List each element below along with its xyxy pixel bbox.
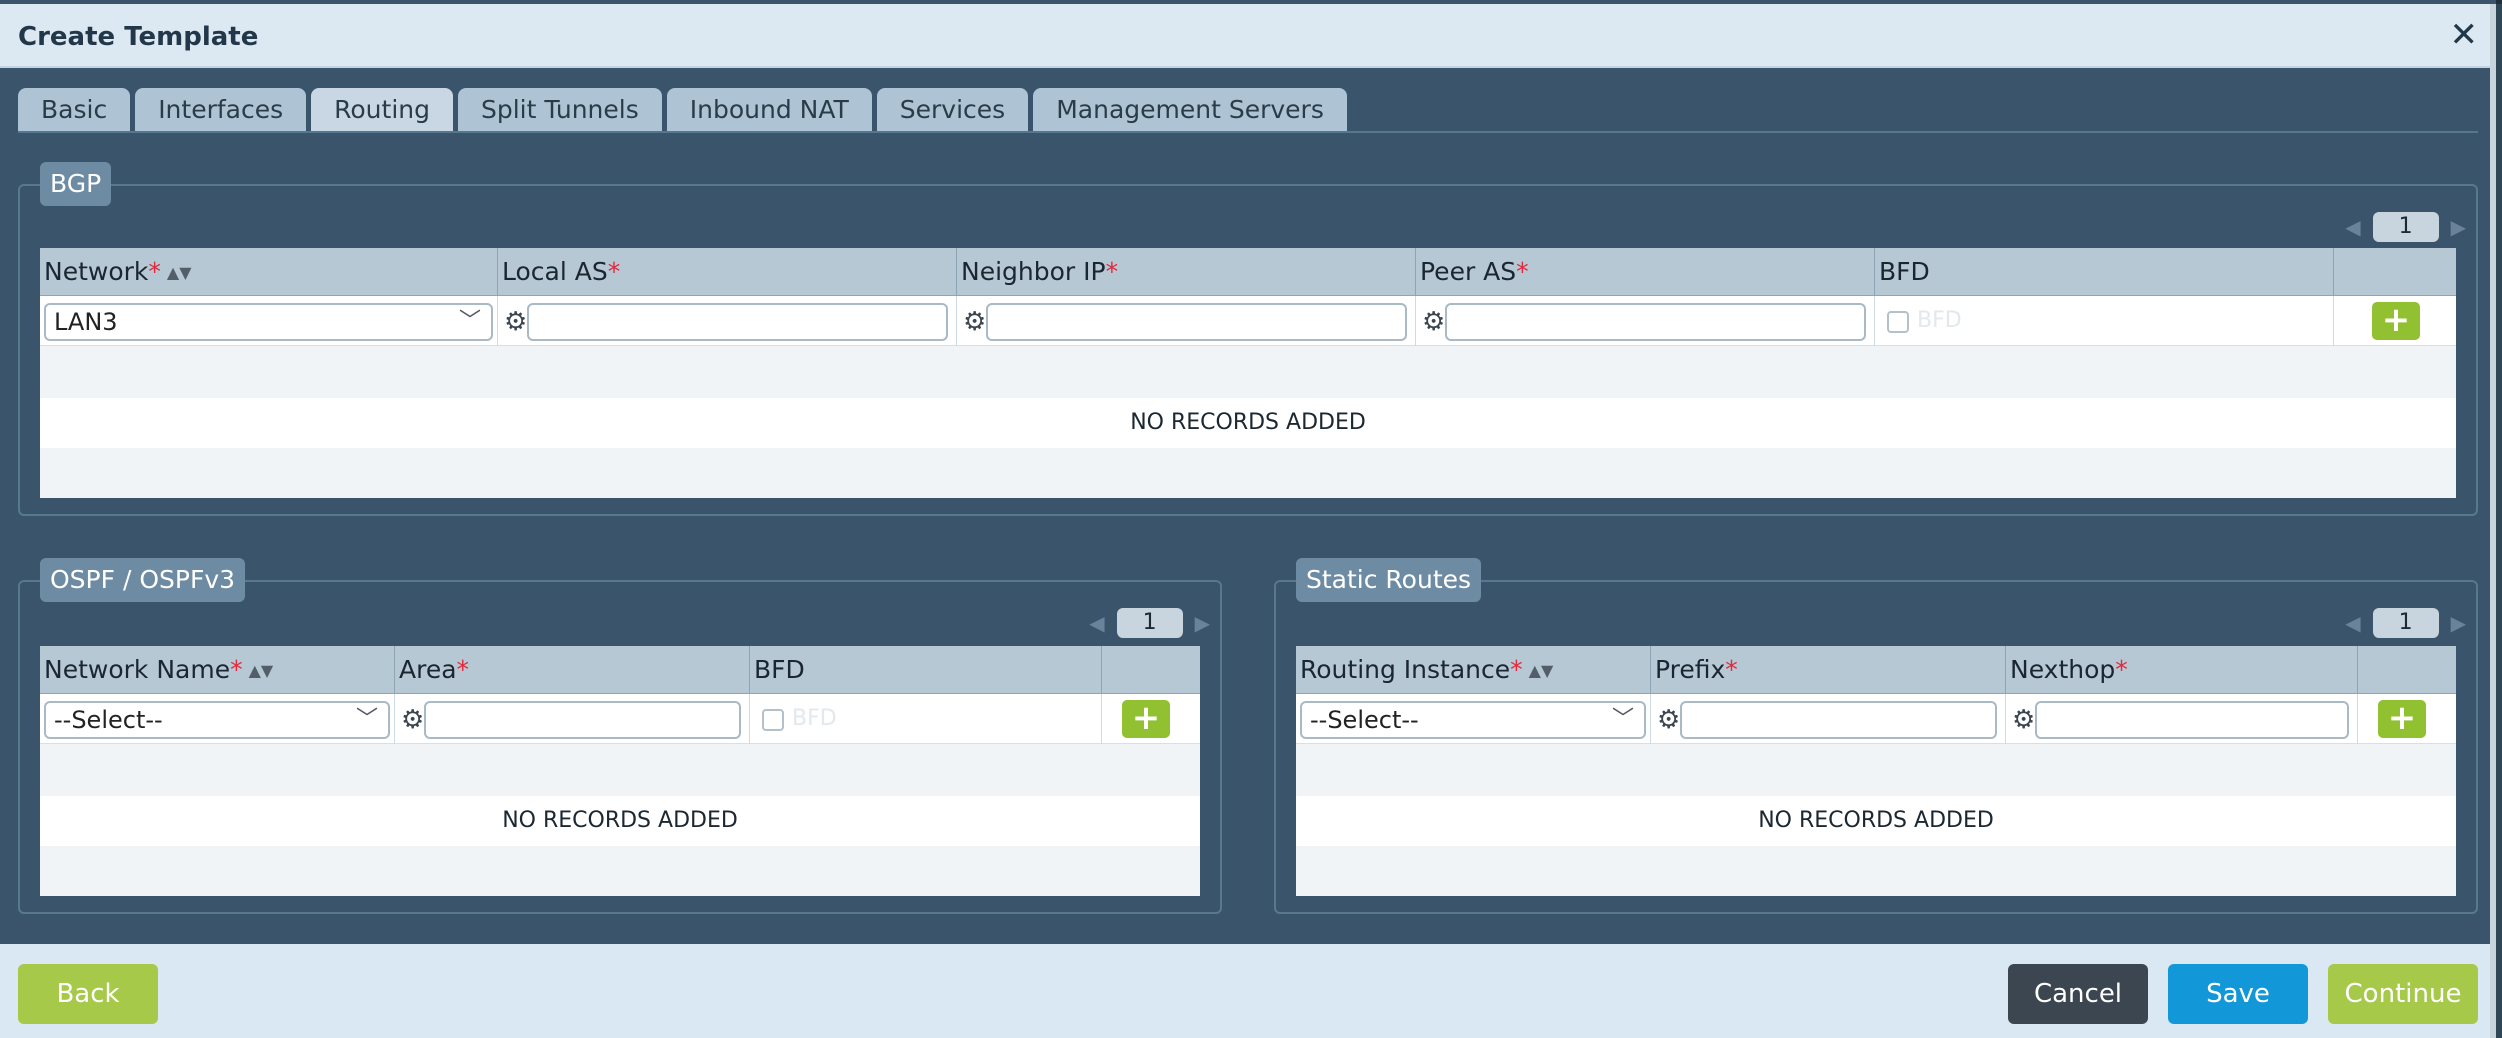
static-routes-grid: Routing Instance* ▲▼ Prefix* Nexthop* --S… (1296, 646, 2456, 896)
ospf-entry-row: --Select-- ﹀ ⚙ BFD + (40, 694, 1200, 744)
bgp-header-row: Network* ▲▼ Local AS* Neighbor IP* Peer A… (40, 248, 2456, 296)
chevron-down-icon: ﹀ (458, 309, 481, 334)
add-static-route-button[interactable]: + (2378, 700, 2426, 738)
tab-routing[interactable]: Routing (311, 88, 453, 132)
back-button[interactable]: Back (18, 964, 158, 1024)
gear-icon[interactable]: ⚙ (963, 309, 986, 335)
gear-icon[interactable]: ⚙ (2012, 707, 2035, 733)
column-header-network-name[interactable]: Network Name* ▲▼ (40, 646, 395, 694)
static-routes-pager: ◀ 1 ▶ (2345, 608, 2466, 638)
bgp-entry-row: LAN3 ﹀ ⚙ ⚙ ⚙ BFD + (40, 296, 2456, 346)
area-input[interactable] (424, 701, 741, 739)
close-icon[interactable]: ✕ (2450, 18, 2479, 52)
column-header-actions (1102, 646, 1200, 694)
page-number: 1 (2372, 608, 2439, 638)
bfd-checkbox-label: BFD (1917, 308, 1962, 333)
gear-icon[interactable]: ⚙ (1657, 707, 1680, 733)
add-ospf-button[interactable]: + (1122, 700, 1170, 738)
neighbor-ip-input[interactable] (986, 303, 1407, 341)
next-page-icon[interactable]: ▶ (1195, 613, 1210, 633)
column-header-local-as: Local AS* (498, 248, 957, 296)
page-number: 1 (1116, 608, 1183, 638)
prev-page-icon[interactable]: ◀ (1089, 613, 1104, 633)
bgp-legend: BGP (40, 162, 112, 206)
prefix-input[interactable] (1680, 701, 1997, 739)
nexthop-input[interactable] (2035, 701, 2349, 739)
routing-instance-select[interactable]: --Select-- ﹀ (1300, 701, 1646, 739)
next-page-icon[interactable]: ▶ (2451, 613, 2466, 633)
column-header-actions (2334, 248, 2456, 296)
chevron-down-icon: ﹀ (355, 707, 378, 732)
ospf-pager: ◀ 1 ▶ (1089, 608, 1210, 638)
local-as-input[interactable] (527, 303, 948, 341)
column-header-routing-instance[interactable]: Routing Instance* ▲▼ (1296, 646, 1651, 694)
bgp-grid: Network* ▲▼ Local AS* Neighbor IP* Peer A… (40, 248, 2456, 498)
static-routes-panel: Static Routes ◀ 1 ▶ Routing Instance* ▲▼ … (1274, 558, 2478, 914)
column-header-actions (2358, 646, 2456, 694)
vertical-scrollbar[interactable] (2490, 4, 2496, 1038)
gear-icon[interactable]: ⚙ (504, 309, 527, 335)
column-header-bfd: BFD (750, 646, 1102, 694)
bgp-panel: BGP ◀ 1 ▶ Network* ▲▼ Local AS* Neighbor … (18, 162, 2478, 516)
column-header-area: Area* (395, 646, 750, 694)
bfd-checkbox-label: BFD (792, 706, 837, 731)
column-header-neighbor-ip: Neighbor IP* (957, 248, 1416, 296)
sort-icon[interactable]: ▲▼ (249, 663, 274, 679)
dialog-titlebar: Create Template ✕ (0, 4, 2496, 68)
bgp-pager: ◀ 1 ▶ (2345, 212, 2466, 242)
add-bgp-button[interactable]: + (2372, 302, 2420, 340)
cancel-button[interactable]: Cancel (2008, 964, 2148, 1024)
dialog-title: Create Template (18, 22, 259, 52)
static-routes-entry-row: --Select-- ﹀ ⚙ ⚙ + (1296, 694, 2456, 744)
tab-management-servers[interactable]: Management Servers (1033, 88, 1347, 132)
tab-interfaces[interactable]: Interfaces (135, 88, 307, 132)
sort-icon[interactable]: ▲▼ (167, 265, 192, 281)
chevron-down-icon: ﹀ (1611, 707, 1634, 732)
column-header-bfd: BFD (1875, 248, 2334, 296)
tab-underline (18, 131, 2478, 133)
network-name-select[interactable]: --Select-- ﹀ (44, 701, 390, 739)
network-select[interactable]: LAN3 ﹀ (44, 303, 493, 341)
sort-icon[interactable]: ▲▼ (1529, 663, 1554, 679)
ospf-no-records: NO RECORDS ADDED (40, 796, 1200, 846)
gear-icon[interactable]: ⚙ (1422, 309, 1445, 335)
ospf-legend: OSPF / OSPFv3 (40, 558, 246, 602)
create-template-dialog: Create Template ✕ Basic Interfaces Routi… (0, 0, 2496, 1038)
bgp-no-records: NO RECORDS ADDED (40, 398, 2456, 448)
prev-page-icon[interactable]: ◀ (2345, 613, 2360, 633)
tab-split-tunnels[interactable]: Split Tunnels (458, 88, 662, 132)
column-header-network[interactable]: Network* ▲▼ (40, 248, 498, 296)
ospf-panel: OSPF / OSPFv3 ◀ 1 ▶ Network Name* ▲▼ Area… (18, 558, 1222, 914)
tab-bar: Basic Interfaces Routing Split Tunnels I… (18, 88, 1347, 132)
column-header-prefix: Prefix* (1651, 646, 2006, 694)
static-routes-no-records: NO RECORDS ADDED (1296, 796, 2456, 846)
static-routes-header-row: Routing Instance* ▲▼ Prefix* Nexthop* (1296, 646, 2456, 694)
ospf-grid: Network Name* ▲▼ Area* BFD --Select-- ﹀ ⚙ … (40, 646, 1200, 896)
tab-inbound-nat[interactable]: Inbound NAT (666, 88, 872, 132)
dialog-footer: Back Cancel Save Continue (0, 944, 2496, 1038)
static-routes-legend: Static Routes (1296, 558, 1482, 602)
column-header-peer-as: Peer AS* (1416, 248, 1875, 296)
bfd-checkbox[interactable] (1887, 311, 1909, 333)
ospf-header-row: Network Name* ▲▼ Area* BFD (40, 646, 1200, 694)
page-number: 1 (2372, 212, 2439, 242)
bfd-checkbox[interactable] (762, 709, 784, 731)
next-page-icon[interactable]: ▶ (2451, 217, 2466, 237)
peer-as-input[interactable] (1445, 303, 1866, 341)
column-header-nexthop: Nexthop* (2006, 646, 2358, 694)
tab-services[interactable]: Services (876, 88, 1029, 132)
tab-basic[interactable]: Basic (18, 88, 131, 132)
continue-button[interactable]: Continue (2328, 964, 2478, 1024)
prev-page-icon[interactable]: ◀ (2345, 217, 2360, 237)
save-button[interactable]: Save (2168, 964, 2308, 1024)
gear-icon[interactable]: ⚙ (401, 707, 424, 733)
